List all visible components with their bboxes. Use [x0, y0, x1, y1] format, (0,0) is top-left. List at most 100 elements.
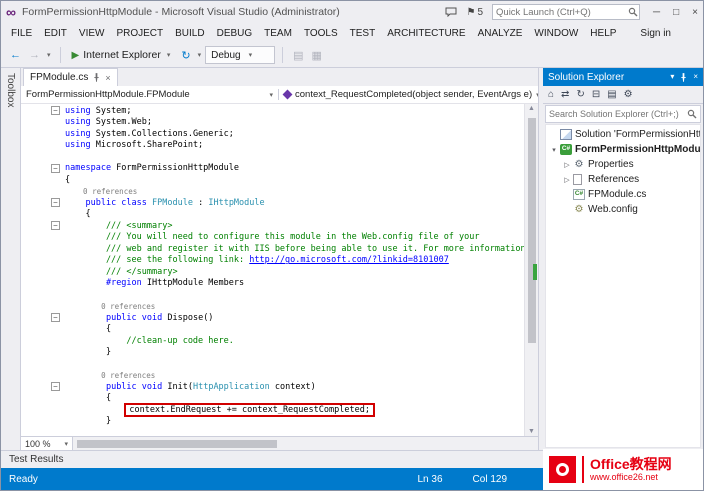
menu-build[interactable]: BUILD [169, 26, 210, 41]
navigate-forward-icon[interactable]: → [26, 48, 43, 62]
code-line[interactable]: context.EndRequest += context_RequestCom… [21, 402, 524, 417]
collapse-all-icon[interactable]: ⊟ [592, 89, 600, 100]
type-dropdown[interactable]: FormPermissionHttpModule.FPModule ▾ [21, 89, 279, 100]
menu-project[interactable]: PROJECT [110, 26, 169, 41]
expander-closed-icon[interactable]: ▷ [562, 161, 572, 169]
code-line[interactable]: /// web and register it with IIS before … [21, 243, 524, 255]
minimize-button[interactable]: ─ [653, 7, 660, 18]
show-all-files-icon[interactable]: ▤ [607, 89, 616, 100]
fold-collapse-icon[interactable]: – [51, 163, 60, 173]
code-line[interactable]: using System.Web; [21, 117, 524, 129]
menu-team[interactable]: TEAM [258, 26, 298, 41]
fold-collapse-icon[interactable]: – [51, 198, 60, 208]
tab-fpmodule-cs[interactable]: FPModule.cs × [23, 68, 118, 86]
close-icon[interactable]: × [693, 73, 698, 81]
code-line[interactable] [21, 151, 524, 163]
code-line[interactable]: using Microsoft.SharePoint; [21, 140, 524, 152]
menu-debug[interactable]: DEBUG [211, 26, 259, 41]
feedback-icon[interactable] [445, 7, 457, 17]
sign-in-link[interactable]: Sign in [640, 28, 699, 39]
tree-item-solution-formpermissionhttpm[interactable]: Solution 'FormPermissionHttpM [546, 127, 700, 142]
code-line[interactable]: 0 references [21, 370, 524, 382]
home-icon[interactable]: ⌂ [548, 89, 554, 100]
horizontal-scrollbar-thumb[interactable] [77, 440, 277, 448]
maximize-button[interactable]: □ [673, 7, 679, 18]
expander-open-icon[interactable]: ▾ [549, 146, 559, 154]
code-line[interactable]: /// see the following link: http://go.mi… [21, 255, 524, 267]
code-line[interactable]: – namespace FormPermissionHttpModule [21, 163, 524, 175]
expander-closed-icon[interactable]: ▷ [562, 176, 572, 184]
code-line[interactable]: – public class FPModule : IHttpModule [21, 197, 524, 209]
code-line[interactable]: 0 references [21, 186, 524, 198]
toolbar-extra-icon-2[interactable]: ▦ [309, 48, 325, 63]
tree-item-properties[interactable]: ▷ Properties [546, 157, 700, 172]
tree-item-fpmodule-cs[interactable]: C# FPModule.cs [546, 187, 700, 202]
solution-explorer-header[interactable]: Solution Explorer ▾ × [543, 68, 703, 86]
scroll-down-icon[interactable]: ▼ [528, 428, 535, 435]
tab-close-icon[interactable]: × [105, 73, 110, 83]
menu-edit[interactable]: EDIT [38, 26, 73, 41]
code-line[interactable]: /// </summary> [21, 266, 524, 278]
menu-view[interactable]: VIEW [73, 26, 111, 41]
code-line[interactable]: 0 references [21, 301, 524, 313]
code-line[interactable] [21, 427, 524, 436]
navigation-history-dropdown-icon[interactable]: ▾ [45, 51, 53, 59]
browser-dropdown-icon[interactable]: ▾ [165, 51, 173, 59]
toolbar-extra-icon-1[interactable]: ▤ [290, 48, 306, 63]
code-line[interactable]: { [21, 393, 524, 405]
solution-configurations-combo[interactable]: Debug ▾ [205, 46, 276, 64]
pin-icon[interactable] [680, 72, 687, 82]
code-line[interactable]: – public void Init(HttpApplication conte… [21, 381, 524, 393]
properties-icon[interactable]: ⚙ [624, 89, 633, 100]
menu-help[interactable]: HELP [584, 26, 622, 41]
code-line[interactable]: – /// <summary> [21, 220, 524, 232]
horizontal-scrollbar[interactable] [73, 437, 538, 450]
sync-with-active-document-icon[interactable]: ⇄ [561, 89, 569, 100]
fold-collapse-icon[interactable]: – [51, 313, 60, 323]
zoom-control[interactable]: 100 % ▾ [21, 437, 73, 450]
code-line[interactable]: { [21, 174, 524, 186]
code-line[interactable]: – public void Dispose() [21, 312, 524, 324]
code-line[interactable] [21, 289, 524, 301]
pin-icon[interactable] [93, 73, 100, 82]
start-debugging-button[interactable]: ▶ Internet Explorer ▾ [68, 48, 177, 62]
scroll-up-icon[interactable]: ▲ [528, 105, 535, 112]
code-line[interactable] [21, 358, 524, 370]
notifications-flag[interactable]: ⚑ 5 [466, 7, 483, 18]
code-line[interactable]: /// You will need to configure this modu… [21, 232, 524, 244]
member-dropdown[interactable]: context_RequestCompleted(object sender, … [279, 89, 538, 100]
toolbox-tab[interactable]: Toolbox [1, 68, 21, 450]
menu-file[interactable]: FILE [5, 26, 38, 41]
refresh-icon[interactable]: ↻ [576, 89, 584, 100]
tree-item-web-config[interactable]: Web.config [546, 202, 700, 217]
refresh-dropdown-icon[interactable]: ▾ [196, 51, 204, 59]
fold-collapse-icon[interactable]: – [51, 382, 60, 392]
code-line[interactable]: #region IHttpModule Members [21, 278, 524, 290]
menu-architecture[interactable]: ARCHITECTURE [381, 26, 471, 41]
navigate-backward-icon[interactable]: ← [7, 48, 24, 62]
code-line[interactable]: – using System; [21, 105, 524, 117]
menu-tools[interactable]: TOOLS [298, 26, 344, 41]
menu-analyze[interactable]: ANALYZE [472, 26, 529, 41]
tree-item-references[interactable]: ▷ References [546, 172, 700, 187]
code-line[interactable]: //clean-up code here. [21, 335, 524, 347]
code-segment: IHttpModule [208, 197, 265, 208]
window-menu-icon[interactable]: ▾ [670, 73, 674, 81]
refresh-icon[interactable]: ↻ [178, 48, 193, 63]
quick-launch-input[interactable] [496, 6, 629, 18]
code-line[interactable]: { [21, 209, 524, 221]
solution-search-input[interactable] [549, 109, 687, 119]
tree-item-formpermissionhttpmodule[interactable]: ▾ C# FormPermissionHttpModule [546, 142, 700, 157]
close-button[interactable]: × [692, 7, 698, 18]
fold-collapse-icon[interactable]: – [51, 221, 60, 231]
fold-collapse-icon[interactable]: – [51, 106, 60, 116]
vertical-scrollbar[interactable]: ▲ ▼ [524, 104, 538, 436]
menu-window[interactable]: WINDOW [528, 26, 584, 41]
code-line[interactable]: } [21, 416, 524, 428]
code-line[interactable]: } [21, 347, 524, 359]
code-line[interactable]: using System.Collections.Generic; [21, 128, 524, 140]
code-line[interactable]: { [21, 324, 524, 336]
scrollbar-thumb[interactable] [528, 118, 536, 343]
menu-test[interactable]: TEST [344, 26, 382, 41]
